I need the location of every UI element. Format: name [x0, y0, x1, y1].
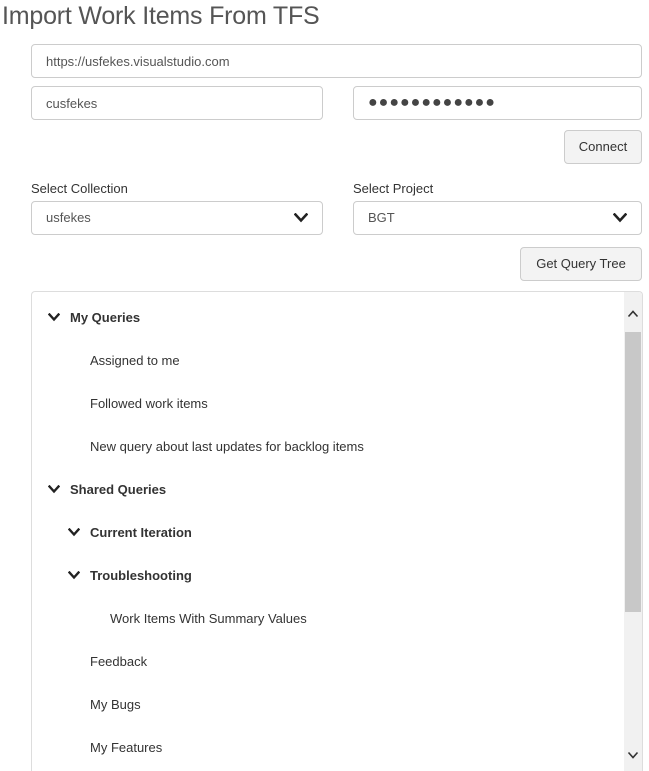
chevron-down-icon	[613, 213, 627, 223]
tree-item-label: Shared Queries	[70, 481, 167, 497]
chevron-down-icon	[48, 484, 60, 493]
tree-item-label: Troubleshooting	[90, 567, 192, 583]
tree-query-followed-work-items[interactable]: Followed work items	[90, 393, 208, 413]
tree-item-label: Work Items With Summary Values	[110, 610, 307, 626]
tree-query-my-features[interactable]: My Features	[90, 737, 162, 757]
tree-query-assigned-to-me[interactable]: Assigned to me	[90, 350, 180, 370]
tree-item-label: Current Iteration	[90, 524, 192, 540]
tree-folder-current-iteration[interactable]: Current Iteration	[68, 522, 192, 542]
tree-item-label: My Bugs	[90, 696, 141, 712]
password-input[interactable]	[353, 86, 642, 120]
tree-item-label: Assigned to me	[90, 352, 180, 368]
tree-item-label: New query about last updates for backlog…	[90, 438, 364, 454]
collection-select[interactable]: usfekes	[31, 201, 323, 235]
tree-item-label: My Queries	[70, 309, 141, 325]
connect-button[interactable]: Connect	[564, 130, 642, 164]
chevron-down-icon	[68, 527, 80, 536]
tree-query-new-query[interactable]: New query about last updates for backlog…	[90, 436, 364, 456]
project-select[interactable]: BGT	[353, 201, 642, 235]
tree-query-work-items-summary[interactable]: Work Items With Summary Values	[110, 608, 307, 628]
tree-query-feedback[interactable]: Feedback	[90, 651, 147, 671]
scrollbar-thumb[interactable]	[625, 332, 641, 612]
server-url-input[interactable]	[31, 44, 642, 78]
project-selected-value: BGT	[368, 210, 395, 225]
collection-selected-value: usfekes	[46, 210, 91, 225]
tree-folder-my-queries[interactable]: My Queries	[48, 307, 140, 327]
scroll-up-arrow-icon[interactable]	[627, 309, 639, 318]
select-project-label: Select Project	[353, 181, 434, 196]
select-collection-label: Select Collection	[31, 181, 128, 196]
tree-query-my-bugs[interactable]: My Bugs	[90, 694, 141, 714]
username-input[interactable]	[31, 86, 323, 120]
scroll-down-arrow-icon[interactable]	[627, 751, 639, 760]
query-tree: My Queries Assigned to me Followed work …	[31, 291, 643, 771]
chevron-down-icon	[48, 312, 60, 321]
tree-item-label: My Features	[90, 739, 163, 755]
tree-scrollbar[interactable]	[624, 292, 642, 771]
tree-folder-troubleshooting[interactable]: Troubleshooting	[68, 565, 192, 585]
get-query-tree-button[interactable]: Get Query Tree	[520, 247, 642, 281]
page-title: Import Work Items From TFS	[2, 2, 320, 30]
chevron-down-icon	[294, 213, 308, 223]
tree-item-label: Feedback	[90, 653, 148, 669]
tree-item-label: Followed work items	[90, 395, 208, 411]
tree-folder-shared-queries[interactable]: Shared Queries	[48, 479, 166, 499]
chevron-down-icon	[68, 570, 80, 579]
